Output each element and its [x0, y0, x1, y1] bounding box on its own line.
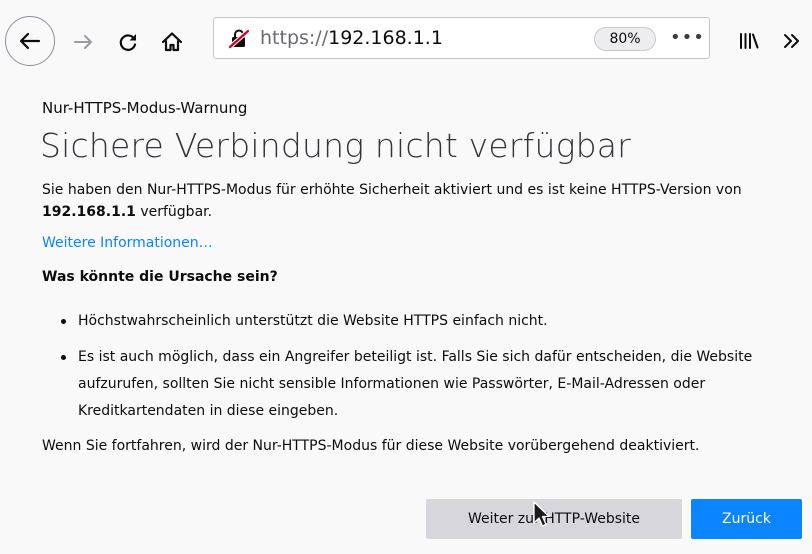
intro-before: Sie haben den Nur-HTTPS-Modus für erhöht… — [42, 182, 742, 198]
error-page: Nur-HTTPS-Modus-Warnung Sichere Verbindu… — [0, 76, 812, 554]
learn-more-link[interactable]: Weitere Informationen… — [42, 233, 213, 253]
url-scheme: https:// — [260, 27, 329, 49]
intro-text: Sie haben den Nur-HTTPS-Modus für erhöht… — [42, 179, 807, 223]
page-actions-button[interactable]: ••• — [670, 24, 704, 54]
library-button[interactable] — [734, 26, 764, 56]
intro-after: verfügbar. — [135, 204, 213, 220]
forward-button[interactable] — [66, 24, 102, 60]
go-back-button[interactable]: Zurück — [691, 499, 802, 539]
url-bar[interactable]: https://192.168.1.1 80% ••• — [213, 17, 710, 59]
forward-arrow-icon — [74, 35, 92, 49]
reasons-list: Höchstwahrscheinlich unterstützt die Web… — [42, 308, 762, 425]
intro-host: 192.168.1.1 — [42, 204, 136, 220]
home-button[interactable] — [154, 24, 190, 60]
list-item: Es ist auch möglich, dass ein Angreifer … — [42, 344, 762, 425]
reload-icon — [119, 34, 137, 51]
url-host: 192.168.1.1 — [328, 27, 443, 49]
browser-toolbar: https://192.168.1.1 80% ••• — [0, 0, 812, 76]
library-icon — [740, 33, 759, 49]
bullet-icon — [61, 319, 66, 324]
short-description: Nur-HTTPS-Modus-Warnung — [42, 99, 248, 117]
insecure-connection-icon[interactable] — [228, 28, 250, 50]
page-title: Sichere Verbindung nicht verfügbar — [40, 126, 631, 165]
zoom-indicator[interactable]: 80% — [594, 27, 656, 51]
overflow-chevron-icon — [784, 34, 799, 48]
list-item: Höchstwahrscheinlich unterstützt die Web… — [42, 308, 762, 335]
url-text[interactable]: https://192.168.1.1 — [260, 26, 443, 50]
continue-http-button[interactable]: Weiter zur HTTP-Website — [426, 499, 682, 539]
cause-heading: Was könnte die Ursache sein? — [42, 269, 278, 285]
reload-button[interactable] — [110, 24, 146, 60]
back-button[interactable] — [5, 16, 55, 66]
reason-text: Es ist auch möglich, dass ein Angreifer … — [78, 349, 753, 419]
home-icon — [161, 32, 183, 52]
mouse-pointer-icon — [533, 501, 550, 527]
outro-text: Wenn Sie fortfahren, wird der Nur-HTTPS-… — [42, 438, 700, 454]
reason-text: Höchstwahrscheinlich unterstützt die Web… — [78, 313, 548, 329]
back-arrow-icon — [19, 32, 41, 50]
bullet-icon — [61, 355, 66, 360]
overflow-menu-button[interactable] — [777, 26, 807, 56]
